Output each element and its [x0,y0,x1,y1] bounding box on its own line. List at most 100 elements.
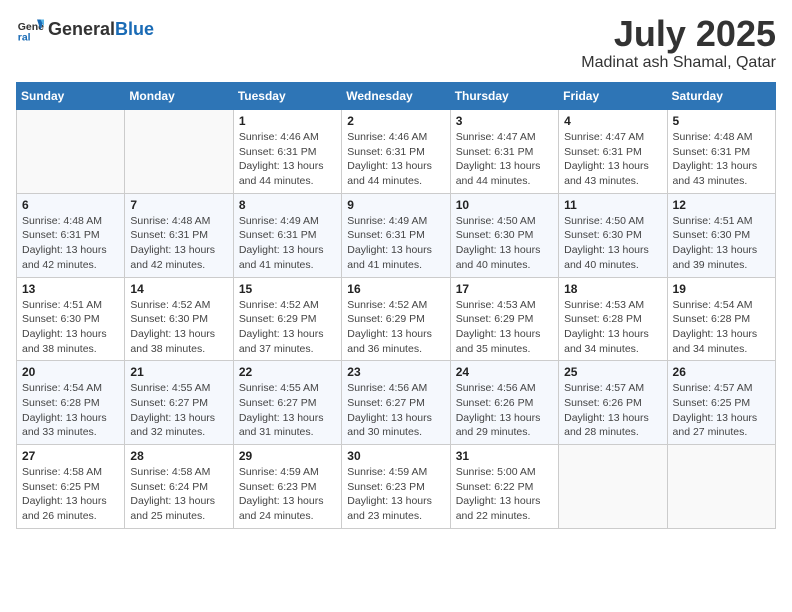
day-info: Sunrise: 4:49 AMSunset: 6:31 PMDaylight:… [239,214,336,273]
calendar-cell: 5 Sunrise: 4:48 AMSunset: 6:31 PMDaylight… [667,110,775,194]
header: Gene ral GeneralBlue July 2025 Madinat a… [16,16,776,72]
svg-text:ral: ral [18,32,31,44]
sunrise-text: Sunrise: 4:46 AM [239,131,319,143]
sunrise-text: Sunrise: 4:47 AM [564,131,644,143]
day-info: Sunrise: 4:48 AMSunset: 6:31 PMDaylight:… [130,214,227,273]
calendar-cell: 18Sunrise: 4:53 AMSunset: 6:28 PMDayligh… [559,277,667,361]
calendar-cell: 6Sunrise: 4:48 AMSunset: 6:31 PMDaylight… [17,193,125,277]
day-number: 30 [347,449,444,463]
day-number: 18 [564,282,661,296]
daylight-text: Daylight: 13 hours and 30 minutes. [347,412,432,439]
day-info: Sunrise: 4:49 AMSunset: 6:31 PMDaylight:… [347,214,444,273]
sunrise-text: Sunrise: 4:59 AM [239,466,319,478]
calendar-cell: 14Sunrise: 4:52 AMSunset: 6:30 PMDayligh… [125,277,233,361]
sunset-text: Sunset: 6:31 PM [347,146,425,158]
logo-blue: Blue [115,19,154,39]
day-info: Sunrise: 4:56 AMSunset: 6:26 PMDaylight:… [456,381,553,440]
day-info: Sunrise: 4:58 AMSunset: 6:25 PMDaylight:… [22,465,119,524]
calendar-cell: 2Sunrise: 4:46 AMSunset: 6:31 PMDaylight… [342,110,450,194]
calendar-cell: 10Sunrise: 4:50 AMSunset: 6:30 PMDayligh… [450,193,558,277]
sunrise-text: Sunrise: 4:54 AM [673,299,753,311]
daylight-text: Daylight: 13 hours and 27 minutes. [673,412,758,439]
header-tuesday: Tuesday [233,83,341,110]
sunset-text: Sunset: 6:31 PM [347,229,425,241]
calendar-cell: 29Sunrise: 4:59 AMSunset: 6:23 PMDayligh… [233,445,341,529]
sunrise-text: Sunrise: 4:50 AM [456,215,536,227]
sunset-text: Sunset: 6:23 PM [347,481,425,493]
calendar-week-4: 20 Sunrise: 4:54 AMSunset: 6:28 PMDayligh… [17,361,776,445]
day-number: 6 [22,198,119,212]
calendar-week-1: 1 Sunrise: 4:46 AM Sunset: 6:31 PM Daylight… [17,110,776,194]
daylight-text: Daylight: 13 hours and 41 minutes. [347,244,432,271]
sunrise-text: Sunrise: 4:56 AM [456,382,536,394]
day-number: 24 [456,365,553,379]
calendar-week-5: 27 Sunrise: 4:58 AM Sunset: 6:25 PM Dayligh… [17,445,776,529]
day-info: Sunrise: 4:51 AM Sunset: 6:30 PM Daylight:… [22,298,119,357]
daylight-text: Daylight: 13 hours and 35 minutes. [456,328,541,355]
daylight-text: Daylight: 13 hours and 44 minutes. [347,160,432,187]
day-number: 4 [564,114,661,128]
sunrise-text: Sunrise: 4:51 AM [22,299,102,311]
sunrise-text: Sunrise: 4:46 AM [347,131,427,143]
calendar-cell: 12Sunrise: 4:51 AMSunset: 6:30 PMDayligh… [667,193,775,277]
sunset-text: Sunset: 6:30 PM [130,313,208,325]
daylight-text: Daylight: 13 hours and 38 minutes. [22,328,107,355]
sunrise-text: Sunrise: 4:55 AM [239,382,319,394]
sunrise-text: Sunrise: 4:54 AM [22,382,102,394]
day-info: Sunrise: 4:51 AMSunset: 6:30 PMDaylight:… [673,214,770,273]
daylight-text: Daylight: 13 hours and 23 minutes. [347,495,432,522]
calendar-cell: 16Sunrise: 4:52 AMSunset: 6:29 PMDayligh… [342,277,450,361]
sunset-text: Sunset: 6:25 PM [673,397,751,409]
calendar-cell: 28 Sunrise: 4:58 AMSunset: 6:24 PMDayligh… [125,445,233,529]
sunset-text: Sunset: 6:25 PM [22,481,100,493]
sunset-text: Sunset: 6:30 PM [564,229,642,241]
day-info: Sunrise: 4:52 AMSunset: 6:29 PMDaylight:… [347,298,444,357]
sunset-text: Sunset: 6:27 PM [239,397,317,409]
sunrise-text: Sunrise: 4:48 AM [22,215,102,227]
daylight-text: Daylight: 13 hours and 28 minutes. [564,412,649,439]
day-number: 5 [673,114,770,128]
calendar-cell: 26Sunrise: 4:57 AMSunset: 6:25 PMDayligh… [667,361,775,445]
sunrise-text: Sunrise: 4:59 AM [347,466,427,478]
daylight-text: Daylight: 13 hours and 43 minutes. [673,160,758,187]
sunset-text: Sunset: 6:30 PM [22,313,100,325]
day-number: 1 [239,114,336,128]
day-number: 27 [22,449,119,463]
sunrise-text: Sunrise: 4:53 AM [456,299,536,311]
daylight-text: Daylight: 13 hours and 42 minutes. [130,244,215,271]
day-number: 11 [564,198,661,212]
sunrise-text: Sunrise: 4:50 AM [564,215,644,227]
day-number: 15 [239,282,336,296]
day-number: 28 [130,449,227,463]
day-info: Sunrise: 4:48 AMSunset: 6:31 PMDaylight:… [673,130,770,189]
title-area: July 2025 Madinat ash Shamal, Qatar [581,16,776,72]
sunrise-text: Sunrise: 4:51 AM [673,215,753,227]
sunset-text: Sunset: 6:31 PM [456,146,534,158]
calendar-cell: 8Sunrise: 4:49 AMSunset: 6:31 PMDaylight… [233,193,341,277]
calendar-cell: 11Sunrise: 4:50 AMSunset: 6:30 PMDayligh… [559,193,667,277]
daylight-text: Daylight: 13 hours and 39 minutes. [673,244,758,271]
sunset-text: Sunset: 6:28 PM [673,313,751,325]
daylight-text: Daylight: 13 hours and 34 minutes. [673,328,758,355]
header-monday: Monday [125,83,233,110]
day-number: 20 [22,365,119,379]
day-info: Sunrise: 4:58 AMSunset: 6:24 PMDaylight:… [130,465,227,524]
day-number: 21 [130,365,227,379]
daylight-text: Daylight: 13 hours and 29 minutes. [456,412,541,439]
calendar-cell [125,110,233,194]
day-number: 29 [239,449,336,463]
sunrise-text: Sunrise: 4:52 AM [130,299,210,311]
sunrise-text: Sunrise: 4:53 AM [564,299,644,311]
sunset-text: Sunset: 6:29 PM [347,313,425,325]
calendar-cell: 20 Sunrise: 4:54 AMSunset: 6:28 PMDayligh… [17,361,125,445]
sunset-text: Sunset: 6:27 PM [130,397,208,409]
sunrise-text: Sunrise: 4:58 AM [22,466,102,478]
day-info: Sunrise: 4:54 AMSunset: 6:28 PMDaylight:… [22,381,119,440]
calendar-cell: 19Sunrise: 4:54 AMSunset: 6:28 PMDayligh… [667,277,775,361]
header-sunday: Sunday [17,83,125,110]
header-thursday: Thursday [450,83,558,110]
sunrise-text: Sunrise: 4:57 AM [673,382,753,394]
sunset-text: Sunset: 6:31 PM [22,229,100,241]
sunset-text: Sunset: 6:31 PM [239,229,317,241]
day-info: Sunrise: 4:52 AMSunset: 6:29 PMDaylight:… [239,298,336,357]
